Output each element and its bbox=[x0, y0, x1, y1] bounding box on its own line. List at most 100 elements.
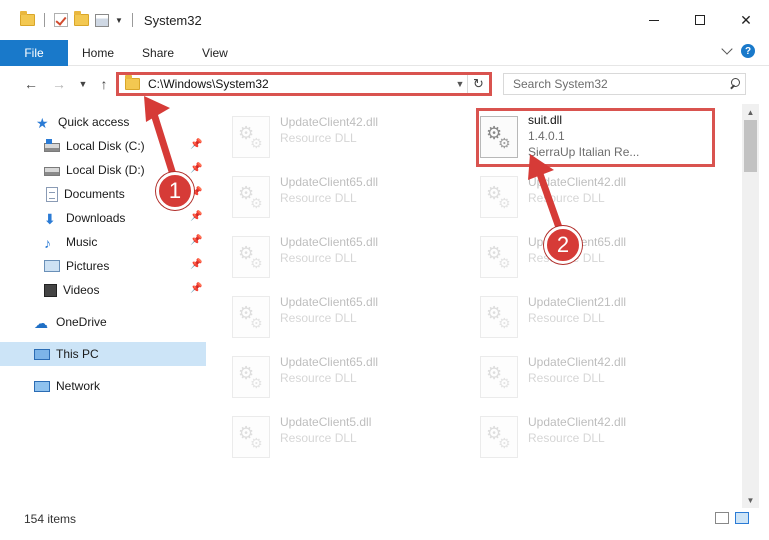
file-tile[interactable]: UpdateClient65.dll Resource DLL bbox=[232, 168, 472, 226]
documents-icon bbox=[46, 186, 58, 202]
dll-file-icon bbox=[480, 176, 518, 218]
file-name: UpdateClient5.dll bbox=[280, 415, 372, 429]
address-row: ← → ▼ ↑ C:\Windows\System32 ▼ ↻ Search S… bbox=[0, 66, 769, 102]
tab-view[interactable]: View bbox=[188, 40, 242, 66]
dll-file-icon bbox=[480, 416, 518, 458]
minimize-button[interactable] bbox=[631, 0, 677, 40]
dll-file-icon bbox=[480, 296, 518, 338]
nav-this-pc[interactable]: This PC bbox=[0, 342, 206, 366]
nav-pictures[interactable]: Pictures 📌 bbox=[0, 254, 206, 278]
tab-share[interactable]: Share bbox=[128, 40, 188, 66]
new-folder-icon[interactable] bbox=[74, 11, 89, 26]
dll-file-icon bbox=[232, 116, 270, 158]
minimize-icon bbox=[649, 19, 659, 21]
file-name: UpdateClient65.dll bbox=[280, 175, 379, 189]
pin-icon[interactable]: 📌 bbox=[190, 260, 202, 270]
dll-file-icon bbox=[232, 356, 270, 398]
annotation-badge-2: 2 bbox=[544, 226, 582, 264]
annotation-highlight-suit-dll bbox=[476, 108, 715, 167]
search-icon[interactable] bbox=[727, 75, 745, 93]
file-tile[interactable]: UpdateClient65.dll Resource DLL bbox=[232, 348, 472, 406]
scrollbar-thumb[interactable] bbox=[744, 120, 757, 172]
search-input[interactable]: Search System32 bbox=[504, 77, 727, 91]
close-icon: ✕ bbox=[740, 11, 752, 28]
onedrive-icon: ☁ bbox=[34, 315, 48, 331]
scroll-up-icon[interactable]: ▲ bbox=[742, 104, 759, 120]
file-name: UpdateClient21.dll bbox=[528, 295, 627, 309]
file-tile[interactable]: UpdateClient42.dll Resource DLL bbox=[232, 108, 472, 166]
vertical-scrollbar[interactable]: ▲ ▼ bbox=[742, 104, 759, 508]
nav-label: Pictures bbox=[66, 259, 110, 273]
close-button[interactable]: ✕ bbox=[723, 0, 769, 40]
tab-file[interactable]: File bbox=[0, 39, 68, 66]
nav-label: Local Disk (D:) bbox=[66, 163, 145, 177]
up-button[interactable]: ↑ bbox=[93, 73, 115, 95]
file-type: Resource DLL bbox=[528, 371, 605, 385]
videos-icon bbox=[44, 283, 57, 297]
maximize-icon bbox=[695, 15, 705, 25]
properties-check-icon[interactable] bbox=[54, 13, 68, 27]
drive-c-icon bbox=[44, 138, 60, 152]
details-view-icon[interactable] bbox=[715, 512, 729, 524]
file-name: UpdateClient65.dll bbox=[280, 235, 379, 249]
pin-icon[interactable]: 📌 bbox=[190, 236, 202, 246]
music-icon: ♪ bbox=[44, 235, 51, 251]
forward-button[interactable]: → bbox=[48, 73, 70, 95]
pin-icon[interactable]: 📌 bbox=[190, 212, 202, 222]
toolbar-separator bbox=[131, 13, 133, 27]
refresh-icon[interactable]: ↻ bbox=[467, 75, 489, 93]
file-type: Resource DLL bbox=[280, 371, 357, 385]
file-tile[interactable]: UpdateClient65.dll Resource DLL bbox=[232, 228, 472, 286]
file-type: Resource DLL bbox=[280, 431, 357, 445]
back-button[interactable]: ← bbox=[20, 73, 42, 95]
ribbon-tabs: File Home Share View ? bbox=[0, 39, 769, 66]
file-type: Resource DLL bbox=[280, 131, 357, 145]
nav-label: Quick access bbox=[58, 115, 130, 129]
nav-label: Network bbox=[56, 379, 101, 393]
file-name: UpdateClient65.dll bbox=[280, 355, 379, 369]
nav-onedrive[interactable]: ☁ OneDrive bbox=[0, 310, 206, 334]
customize-dropdown-icon[interactable]: ▼ bbox=[115, 16, 123, 25]
nav-music[interactable]: ♪ Music 📌 bbox=[0, 230, 206, 254]
help-icon[interactable]: ? bbox=[741, 44, 755, 58]
window-controls: ✕ bbox=[631, 0, 769, 40]
folder-icon[interactable] bbox=[20, 11, 35, 26]
nav-label: Downloads bbox=[66, 211, 126, 225]
maximize-button[interactable] bbox=[677, 0, 723, 40]
file-tile[interactable]: UpdateClient65.dll Resource DLL bbox=[232, 288, 472, 346]
nav-network[interactable]: Network bbox=[0, 374, 206, 398]
file-tile[interactable]: UpdateClient21.dll Resource DLL bbox=[480, 288, 720, 346]
file-name: UpdateClient42.dll bbox=[280, 115, 379, 129]
nav-label: Local Disk (C:) bbox=[66, 139, 145, 153]
tiles-view-icon[interactable] bbox=[735, 512, 749, 524]
toolbar-separator bbox=[44, 13, 45, 27]
file-type: Resource DLL bbox=[528, 431, 605, 445]
nav-label: Documents bbox=[64, 187, 125, 201]
pin-icon[interactable]: 📌 bbox=[190, 284, 202, 294]
tab-home[interactable]: Home bbox=[68, 40, 128, 66]
file-tile[interactable]: UpdateClient42.dllResource DLL bbox=[480, 168, 720, 226]
nav-label: Music bbox=[66, 235, 98, 249]
address-dropdown-icon[interactable]: ▼ bbox=[453, 79, 467, 89]
recent-locations-button[interactable]: ▼ bbox=[72, 73, 94, 95]
network-icon bbox=[34, 380, 50, 392]
scroll-down-icon[interactable]: ▼ bbox=[742, 492, 759, 508]
file-type: Resource DLL bbox=[280, 191, 357, 205]
file-type: Resource DLL bbox=[280, 311, 357, 325]
customize-icon[interactable] bbox=[95, 13, 109, 27]
file-tile[interactable]: UpdateClient42.dllResource DLL bbox=[480, 348, 720, 406]
up-arrow-icon: ↑ bbox=[100, 76, 108, 92]
dll-file-icon bbox=[232, 296, 270, 338]
dll-file-icon bbox=[232, 236, 270, 278]
expand-ribbon-icon[interactable] bbox=[721, 43, 733, 55]
file-tile[interactable]: UpdateClient42.dllResource DLL bbox=[480, 408, 720, 466]
nav-label: This PC bbox=[56, 347, 99, 361]
file-tile[interactable]: UpdateClient5.dll Resource DLL bbox=[232, 408, 472, 466]
nav-videos[interactable]: Videos 📌 bbox=[0, 278, 206, 302]
dll-file-icon bbox=[232, 416, 270, 458]
file-tile[interactable]: UpdateClient65.dllResource DLL bbox=[480, 228, 720, 286]
file-type: Resource DLL bbox=[280, 251, 357, 265]
search-box[interactable]: Search System32 bbox=[503, 73, 746, 95]
file-name: UpdateClient65.dll bbox=[280, 295, 379, 309]
forward-arrow-icon: → bbox=[52, 76, 66, 92]
